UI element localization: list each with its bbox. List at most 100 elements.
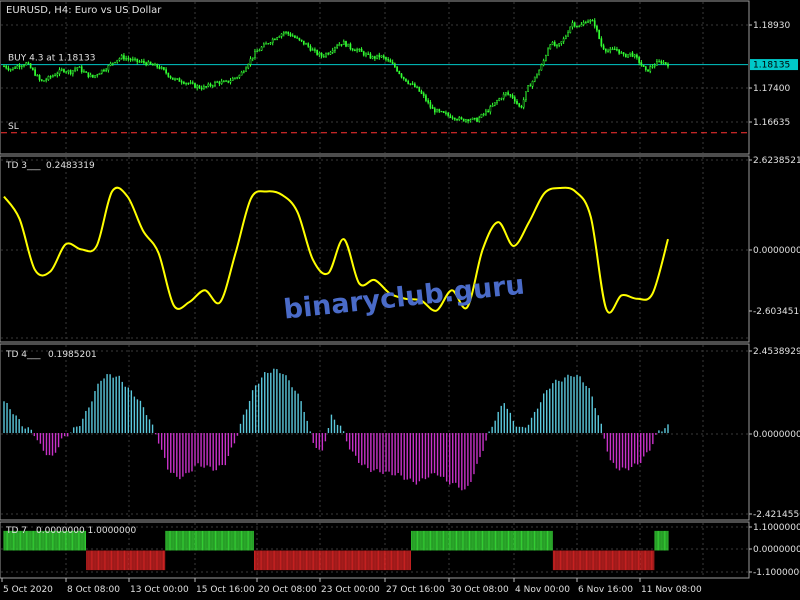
candle-body xyxy=(660,61,663,64)
candle-body xyxy=(558,43,561,46)
chart-canvas[interactable]: EURUSD, H4: Euro vs US Dollar BUY 4.3 at… xyxy=(0,0,800,600)
candle-body xyxy=(65,71,68,73)
candle-body xyxy=(469,119,472,122)
td7-value-label: 0.0000000 1.0000000 xyxy=(36,526,136,536)
candle-body xyxy=(531,81,534,87)
candle-body xyxy=(76,67,79,70)
candle-body xyxy=(613,48,616,51)
candle-body xyxy=(631,52,634,57)
candle-body xyxy=(111,62,114,64)
candle-body xyxy=(440,110,443,113)
candle-body xyxy=(278,36,281,38)
price-scale[interactable]: 1.18930 1.17400 1.16635 2.6238521 0.0000000 -… xyxy=(749,21,800,578)
candle-body xyxy=(214,81,216,86)
main-price-panel[interactable]: EURUSD, H4: Euro vs US Dollar BUY 4.3 at… xyxy=(0,0,750,155)
candle-body xyxy=(71,70,74,75)
candle-body xyxy=(36,75,39,77)
price-scale-label: 1.1000000 xyxy=(753,523,800,533)
order-label: BUY 4.3 at 1.18133 xyxy=(8,54,95,64)
candle-body xyxy=(429,102,432,108)
candle-body xyxy=(169,76,172,79)
candle-body xyxy=(545,55,547,61)
price-scale-label: 1.18930 xyxy=(753,21,790,31)
candle-body xyxy=(491,105,494,107)
symbol-title: EURUSD, H4: Euro vs US Dollar xyxy=(6,5,162,16)
candle-body xyxy=(269,42,272,44)
candle-body xyxy=(502,93,505,99)
candle-body xyxy=(580,24,583,27)
candle-body xyxy=(518,103,521,107)
td4-indicator-panel[interactable]: TD 4___ 0.1985201 xyxy=(0,343,750,521)
candle-body xyxy=(47,76,50,80)
candle-body xyxy=(305,43,307,45)
candle-body xyxy=(651,66,654,68)
candle-body xyxy=(653,65,656,67)
candle-body xyxy=(289,33,292,36)
candle-body xyxy=(322,55,325,58)
price-scale-label: 2.6238521 xyxy=(753,156,800,166)
candle-body xyxy=(185,82,187,85)
candle-body xyxy=(584,22,587,24)
candle-body xyxy=(265,43,267,45)
candle-body xyxy=(216,81,219,83)
candle-body xyxy=(14,67,16,69)
candle-body xyxy=(393,63,396,68)
candle-body xyxy=(342,41,345,45)
time-scale-label: 23 Oct 00:00 xyxy=(321,585,380,595)
candle-body xyxy=(60,69,63,71)
candle-body xyxy=(234,77,236,79)
candle-body xyxy=(52,75,54,78)
candle-body xyxy=(354,49,356,52)
candle-body xyxy=(551,42,554,45)
candle-body xyxy=(520,105,523,108)
candle-body xyxy=(604,48,607,52)
time-scale-label: 11 Nov 08:00 xyxy=(641,585,702,595)
candle-body xyxy=(542,60,545,66)
candle-body xyxy=(325,53,327,57)
candle-body xyxy=(593,20,596,27)
candle-body xyxy=(616,49,618,51)
candle-body xyxy=(360,48,363,52)
candle-body xyxy=(240,71,243,76)
candle-body xyxy=(367,53,370,55)
price-scale-label: 0.0000000 xyxy=(753,545,800,555)
price-scale-label: -1.1000000 xyxy=(753,568,800,578)
candle-body xyxy=(285,31,287,34)
candle-body xyxy=(329,52,332,55)
td4-name-label: TD 4___ xyxy=(5,350,41,360)
td7-indicator-panel[interactable]: TD 7 0.0000000 1.0000000 xyxy=(0,521,750,579)
candle-body xyxy=(147,61,150,66)
price-scale-label: -2.4214550 xyxy=(753,510,800,520)
candle-body xyxy=(136,58,139,63)
candle-body xyxy=(449,115,452,118)
candle-body xyxy=(320,53,323,57)
candle-body xyxy=(223,80,225,83)
time-scale[interactable]: 5 Oct 2020 8 Oct 08:00 13 Oct 00:00 15 Oct … xyxy=(1,578,702,595)
time-scale-label: 4 Nov 00:00 xyxy=(515,585,570,595)
candle-body xyxy=(23,64,25,67)
td3-name-label: TD 3___ xyxy=(5,161,41,171)
candle-body xyxy=(451,117,454,119)
candle-body xyxy=(371,56,374,59)
candle-body xyxy=(380,55,383,58)
candle-body xyxy=(103,69,105,72)
candle-body xyxy=(462,118,465,122)
candle-body xyxy=(198,85,201,89)
candle-body xyxy=(529,85,532,87)
candle-body xyxy=(340,44,343,46)
candle-body xyxy=(485,110,487,115)
candle-body xyxy=(254,51,256,58)
candle-body xyxy=(100,69,103,74)
candle-body xyxy=(345,41,347,47)
candle-body xyxy=(538,69,541,76)
trading-terminal-chart-window: EURUSD, H4: Euro vs US Dollar BUY 4.3 at… xyxy=(0,0,800,600)
candle-body xyxy=(302,40,305,45)
candle-body xyxy=(200,87,203,90)
candle-body xyxy=(636,54,638,58)
candle-body xyxy=(87,72,90,78)
candle-body xyxy=(280,33,283,37)
candle-body xyxy=(525,91,527,101)
candle-body xyxy=(56,73,59,76)
candle-body xyxy=(591,20,594,22)
candle-body xyxy=(94,75,96,78)
